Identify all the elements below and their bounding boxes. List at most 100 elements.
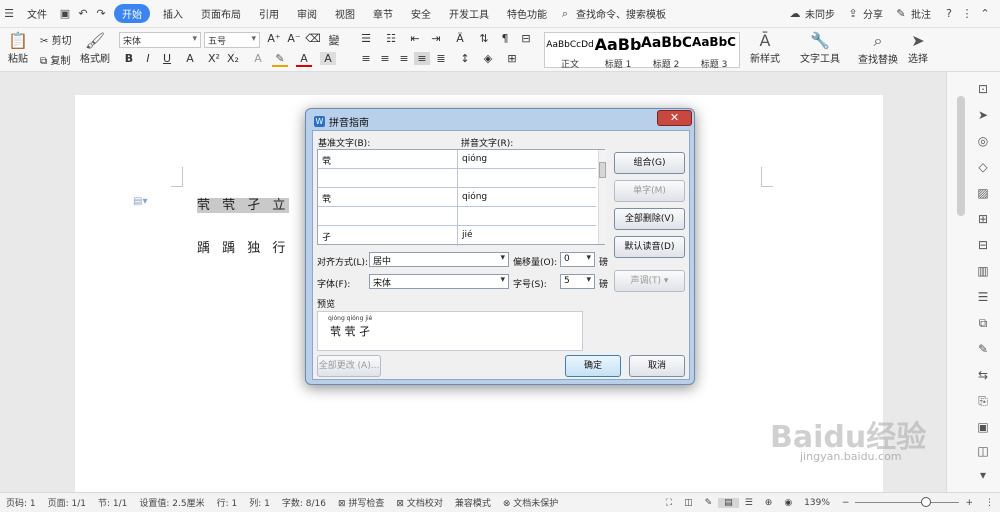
location-icon[interactable]: ◎ [974, 134, 992, 148]
align-center-icon[interactable]: ≡ [377, 52, 393, 65]
bookmark-icon[interactable]: ⎘ [974, 394, 992, 409]
line-spacing-icon[interactable]: ↕ [457, 52, 473, 65]
ruby-cell[interactable]: qióng [462, 154, 487, 164]
clear-all-button[interactable]: 全部删除(V) [614, 208, 685, 230]
zoom-slider[interactable] [855, 497, 960, 507]
font-select[interactable]: 宋体 [369, 274, 509, 289]
fullscreen-icon[interactable]: ⛶ [660, 498, 678, 508]
underline-icon[interactable]: U [159, 52, 175, 65]
expand-icon[interactable]: ◫ [974, 444, 992, 458]
tab-developer[interactable]: 开发工具 [440, 6, 498, 21]
strikethrough-icon[interactable]: A [182, 52, 198, 65]
ok-button[interactable]: 确定 [565, 355, 621, 377]
increase-indent-icon[interactable]: ⇥ [428, 32, 444, 45]
grow-font-icon[interactable]: A⁺ [266, 32, 282, 45]
tab-security[interactable]: 安全 [402, 6, 440, 21]
select-arrow-icon[interactable]: ➤ [974, 108, 992, 122]
text-effect-icon[interactable]: A [250, 52, 266, 65]
tab-insert[interactable]: 插入 [154, 6, 192, 21]
style-heading-3[interactable]: AaBbC 标题 3 [689, 35, 739, 70]
image-icon[interactable]: ▨ [974, 186, 992, 200]
italic-icon[interactable]: I [140, 52, 156, 65]
justify-icon[interactable]: ≡ [414, 52, 430, 65]
vertical-scrollbar[interactable] [957, 96, 965, 216]
tab-start[interactable]: 开始 [114, 4, 150, 23]
table-icon[interactable]: ⊞ [974, 212, 992, 226]
doc-protect[interactable]: ⊗ 文档未保护 [497, 496, 564, 509]
page-number[interactable]: 页码: 1 [0, 496, 42, 509]
shading-icon[interactable]: ◈ [480, 52, 496, 65]
tab-page-layout[interactable]: 页面布局 [192, 6, 250, 21]
command-search[interactable]: 查找命令、搜索模板 [574, 6, 675, 21]
show-marks-icon[interactable]: ¶ [497, 32, 513, 45]
zoom-in-icon[interactable]: + [959, 498, 979, 508]
find-replace-button[interactable]: ⌕ 查找替换 [858, 31, 898, 66]
font-color-icon[interactable]: A [296, 52, 312, 67]
setting-value[interactable]: 设置值: 2.5厘米 [133, 496, 210, 509]
dialog-titlebar[interactable]: W 拼音指南 [314, 114, 369, 129]
single-char-button[interactable]: 单字(M) [614, 180, 685, 202]
align-select[interactable]: 居中 [369, 252, 509, 267]
share-button[interactable]: 分享 [862, 6, 892, 21]
pinyin-guide-icon[interactable]: 變 [326, 32, 342, 48]
zoom-slider-thumb[interactable] [921, 497, 932, 507]
size-select[interactable]: 5 [560, 274, 595, 289]
layout-icon[interactable]: ☰ [974, 290, 992, 304]
document-line-2[interactable]: 踽 踽 独 行 [197, 237, 289, 256]
tab-references[interactable]: 引用 [250, 6, 288, 21]
select-button[interactable]: ➤ 选择 [908, 31, 928, 65]
font-size-select[interactable]: 五号 [204, 32, 260, 48]
help-icon[interactable]: ? [940, 7, 958, 20]
grid-scroll-thumb[interactable] [599, 162, 606, 178]
group-button[interactable]: 组合(G) [614, 152, 685, 174]
close-icon[interactable]: ✕ [657, 110, 692, 126]
doc-proofread[interactable]: ⊠ 文档校对 [390, 496, 448, 509]
cut-button[interactable]: ✂ 剪切 [40, 32, 72, 47]
menu-file[interactable]: 文件 [18, 6, 56, 21]
ruby-cell[interactable]: jié [462, 230, 473, 240]
comment-button[interactable]: 批注 [910, 6, 940, 21]
superscript-icon[interactable]: X² [206, 52, 222, 65]
number-list-icon[interactable]: ☷ [383, 32, 399, 45]
align-left-icon[interactable]: ≡ [358, 52, 374, 65]
zoom-level[interactable]: 139% [798, 498, 836, 508]
offset-spinner[interactable]: 0 [560, 252, 595, 267]
style-normal[interactable]: AaBbCcDd 正文 [545, 35, 595, 70]
apply-all-button[interactable]: 全部更改 (A)... [317, 355, 381, 377]
bullet-list-icon[interactable]: ☰ [358, 32, 374, 45]
section-count[interactable]: 节: 1/1 [92, 496, 133, 509]
web-view-icon[interactable]: ⊕ [759, 498, 779, 508]
style-heading-2[interactable]: AaBbC 标题 2 [641, 35, 691, 70]
outline-view-icon[interactable]: ☰ [739, 498, 759, 508]
style-heading-1[interactable]: AaBb 标题 1 [593, 35, 643, 70]
sort-icon[interactable]: ⇅ [476, 32, 492, 45]
sync-status[interactable]: 未同步 [804, 6, 844, 21]
tab-features[interactable]: 特色功能 [498, 6, 556, 21]
clear-format-icon[interactable]: ⌫ [305, 32, 321, 45]
toolbox-icon[interactable]: ⊡ [974, 82, 992, 96]
decrease-indent-icon[interactable]: ⇤ [407, 32, 423, 45]
page-view-icon[interactable]: ▤ [718, 497, 739, 508]
hamburger-icon[interactable]: ☰ [0, 7, 18, 20]
statusbar-more-icon[interactable]: ⋮ [979, 498, 1000, 508]
default-reading-button[interactable]: 默认读音(D) [614, 236, 685, 258]
zoom-out-icon[interactable]: − [836, 498, 856, 508]
format-painter-button[interactable]: 🖌 格式刷 [80, 31, 110, 65]
translate-icon[interactable]: ⇆ [974, 368, 992, 382]
write-mode-icon[interactable]: ✎ [699, 498, 719, 508]
word-count[interactable]: 字数: 8/16 [276, 496, 332, 509]
align-right-icon[interactable]: ≡ [396, 52, 412, 65]
cancel-button[interactable]: 取消 [629, 355, 685, 377]
copy-doc-icon[interactable]: ⧉ [974, 316, 992, 331]
subscript-icon[interactable]: X₂ [225, 52, 241, 65]
chinese-layout-icon[interactable]: Ä [452, 32, 468, 45]
tab-chapter[interactable]: 章节 [364, 6, 402, 21]
save-icon[interactable]: ▣ [56, 7, 74, 20]
shapes-icon[interactable]: ◇ [974, 160, 992, 174]
more-icon[interactable]: ⋮ [958, 7, 976, 20]
collapse-icon[interactable]: ⌃ [976, 7, 994, 20]
bold-icon[interactable]: B [121, 52, 137, 65]
grid-scrollbar[interactable] [598, 150, 606, 244]
paragraph-handle-icon[interactable]: ▤▾ [133, 196, 147, 207]
highlight-icon[interactable]: ✎ [272, 52, 288, 67]
